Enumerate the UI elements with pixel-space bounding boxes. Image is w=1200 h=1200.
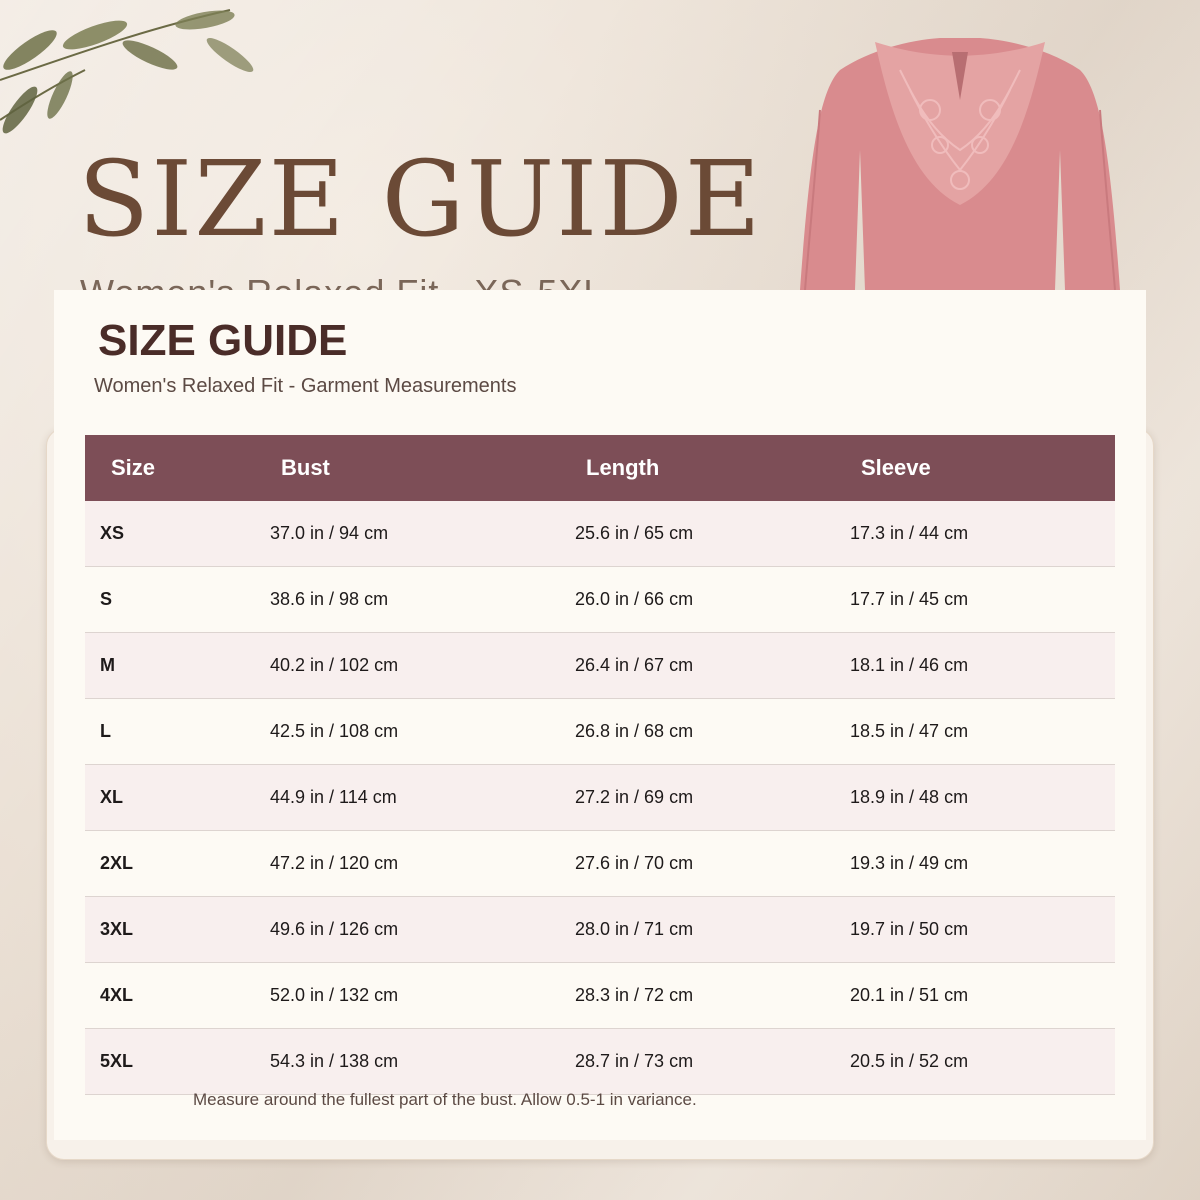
cell-sleeve: 17.7 in / 45 cm	[850, 589, 969, 609]
background-title: SIZE GUIDE	[78, 138, 763, 260]
cell-sleeve: 18.1 in / 46 cm	[850, 655, 969, 675]
cell-size: M	[100, 655, 115, 675]
table-row: 5XL 54.3 in / 138 cm 28.7 in / 73 cm 20.5 i…	[85, 1029, 1115, 1095]
cell-size: S	[100, 589, 113, 609]
table-row: 4XL 52.0 in / 132 cm 28.3 in / 72 cm 20.1 i…	[85, 963, 1115, 1029]
cell-size: 2XL	[100, 853, 134, 873]
cell-length: 28.3 in / 72 cm	[575, 985, 694, 1005]
cell-sleeve: 19.7 in / 50 cm	[850, 919, 969, 939]
cell-bust: 38.6 in / 98 cm	[270, 589, 389, 609]
cell-sleeve: 18.5 in / 47 cm	[850, 721, 969, 741]
table-row: S 38.6 in / 98 cm 26.0 in / 66 cm 17.7 in /…	[85, 567, 1115, 633]
cell-bust: 37.0 in / 94 cm	[270, 523, 389, 543]
cell-bust: 52.0 in / 132 cm	[270, 985, 399, 1005]
cell-sleeve: 20.1 in / 51 cm	[850, 985, 969, 1005]
cell-size: XL	[100, 787, 124, 807]
table-row: M 40.2 in / 102 cm 26.4 in / 67 cm 18.1 in …	[85, 633, 1115, 699]
leaf-branch-icon	[0, 9, 254, 134]
table-row: 2XL 47.2 in / 120 cm 27.6 in / 70 cm 19.3 i…	[85, 831, 1115, 897]
page-title: SIZE GUIDE	[98, 316, 348, 365]
cell-bust: 42.5 in / 108 cm	[270, 721, 399, 741]
cell-length: 26.0 in / 66 cm	[575, 589, 694, 609]
cell-length: 27.6 in / 70 cm	[575, 853, 694, 873]
cell-length: 25.6 in / 65 cm	[575, 523, 694, 543]
table-row: L 42.5 in / 108 cm 26.8 in / 68 cm 18.5 in …	[85, 699, 1115, 765]
cell-bust: 47.2 in / 120 cm	[270, 853, 399, 873]
table-body: XS 37.0 in / 94 cm 25.6 in / 65 cm 17.3 in …	[85, 501, 1115, 1095]
cell-length: 27.2 in / 69 cm	[575, 787, 694, 807]
cell-size: 4XL	[100, 985, 134, 1005]
table-row: 3XL 49.6 in / 126 cm 28.0 in / 71 cm 19.7 i…	[85, 897, 1115, 963]
cell-sleeve: 18.9 in / 48 cm	[850, 787, 969, 807]
cell-size: 5XL	[100, 1051, 134, 1071]
cell-bust: 40.2 in / 102 cm	[270, 655, 399, 675]
measurement-note: Measure around the fullest part of the b…	[193, 1090, 697, 1109]
table-row: XS 37.0 in / 94 cm 25.6 in / 65 cm 17.3 in …	[85, 501, 1115, 567]
size-table: Size Bust Length Sleeve XS 37.0 in / 94 c…	[85, 435, 1115, 1095]
cell-bust: 49.6 in / 126 cm	[270, 919, 399, 939]
cell-bust: 54.3 in / 138 cm	[270, 1051, 399, 1071]
cell-length: 26.4 in / 67 cm	[575, 655, 694, 675]
cell-bust: 44.9 in / 114 cm	[270, 787, 397, 807]
cell-length: 28.0 in / 71 cm	[575, 919, 694, 939]
cell-size: 3XL	[100, 919, 134, 939]
cell-sleeve: 17.3 in / 44 cm	[850, 523, 969, 543]
header-sleeve: Sleeve	[861, 455, 931, 480]
cell-sleeve: 19.3 in / 49 cm	[850, 853, 969, 873]
header-length: Length	[586, 455, 660, 480]
cell-size: XS	[100, 523, 125, 543]
header-bust: Bust	[281, 455, 330, 480]
cell-sleeve: 20.5 in / 52 cm	[850, 1051, 969, 1071]
header-size: Size	[111, 455, 156, 480]
table-header: Size Bust Length Sleeve	[85, 435, 1115, 501]
page-subtitle: Women's Relaxed Fit - Garment Measuremen…	[94, 375, 517, 397]
cell-length: 28.7 in / 73 cm	[575, 1051, 694, 1071]
cell-size: L	[100, 721, 111, 741]
table-row: XL 44.9 in / 114 cm 27.2 in / 69 cm 18.9 in…	[85, 765, 1115, 831]
blouse-image	[800, 38, 1120, 290]
cell-length: 26.8 in / 68 cm	[575, 721, 694, 741]
